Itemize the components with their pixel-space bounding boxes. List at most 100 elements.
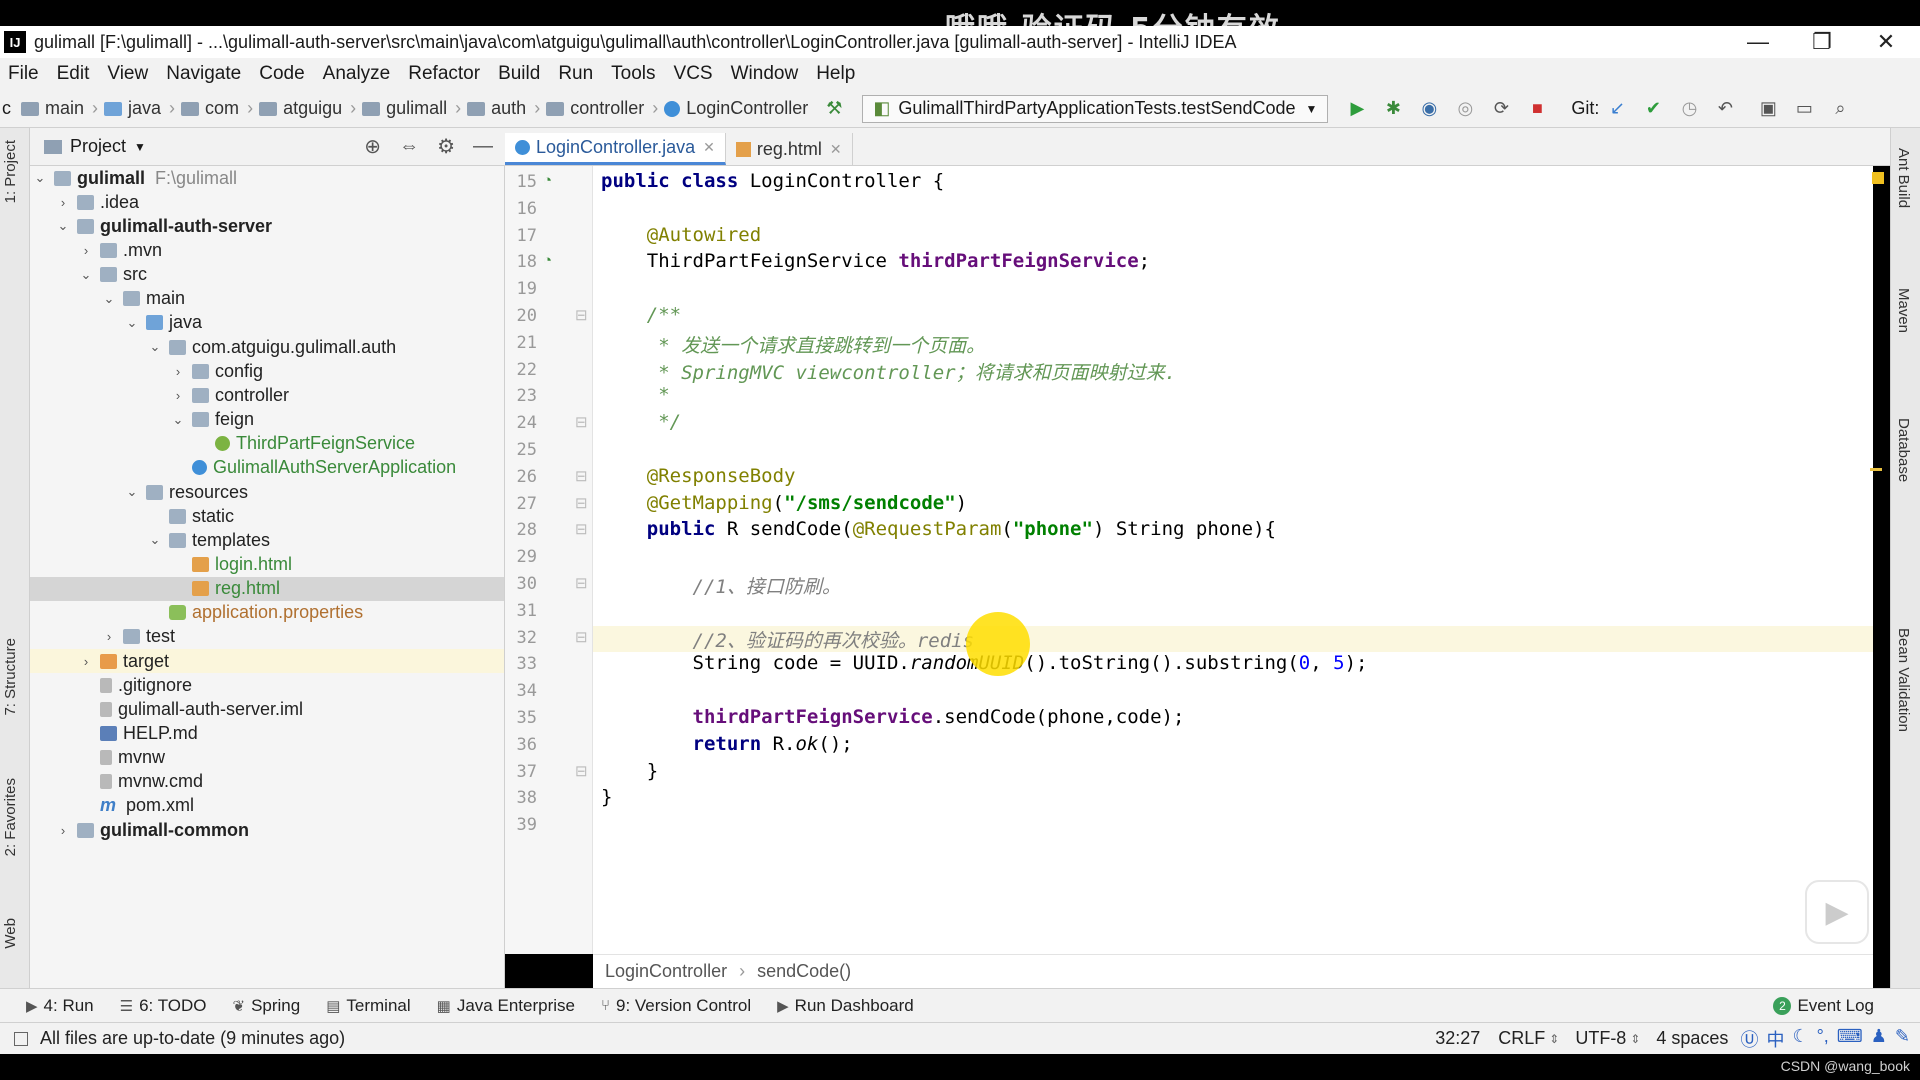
tree-item[interactable]: ⌄ com.atguigu.gulimall.auth bbox=[30, 335, 504, 359]
chevron-down-icon[interactable]: ▼ bbox=[134, 140, 146, 154]
tool-window-button[interactable]: ▶ Run Dashboard bbox=[777, 996, 914, 1016]
git-history-icon[interactable]: ◷ bbox=[1678, 98, 1700, 120]
tree-item[interactable]: › .mvn bbox=[30, 238, 504, 262]
chevron-right-icon[interactable]: › bbox=[78, 243, 94, 258]
tool-window-button[interactable]: ▤ Terminal bbox=[326, 996, 410, 1016]
tree-item[interactable]: › .idea bbox=[30, 190, 504, 214]
tree-item[interactable]: ⌄ templates bbox=[30, 528, 504, 552]
search-everywhere-icon[interactable]: ⌕ bbox=[1829, 98, 1851, 120]
line-separator[interactable]: CRLF bbox=[1498, 1028, 1545, 1049]
project-structure-icon[interactable]: ▣ bbox=[1757, 98, 1779, 120]
menu-view[interactable]: View bbox=[107, 63, 148, 85]
chevron-down-icon[interactable]: ⌄ bbox=[78, 267, 94, 283]
coverage-icon[interactable]: ◉ bbox=[1418, 98, 1440, 120]
autowired-bean-icon[interactable]: ◔ bbox=[543, 252, 552, 269]
video-play-button[interactable]: ▶ bbox=[1805, 880, 1869, 944]
tree-item[interactable]: ThirdPartFeignService bbox=[30, 432, 504, 456]
chevron-down-icon[interactable]: ⌄ bbox=[147, 339, 163, 355]
debug-icon[interactable]: ✱ bbox=[1382, 98, 1404, 120]
tree-item[interactable]: static bbox=[30, 504, 504, 528]
chevron-down-icon[interactable]: ⌄ bbox=[101, 291, 117, 307]
restore-button[interactable]: ❐ bbox=[1790, 26, 1854, 58]
fold-icon[interactable]: ⊟ bbox=[575, 494, 588, 512]
git-commit-icon[interactable]: ✔ bbox=[1642, 98, 1664, 120]
fold-icon[interactable]: ⊟ bbox=[575, 762, 588, 780]
close-tab-icon[interactable]: ✕ bbox=[703, 139, 715, 156]
tree-item[interactable]: login.html bbox=[30, 552, 504, 576]
tree-item[interactable]: › target bbox=[30, 649, 504, 674]
fold-icon[interactable]: ⊟ bbox=[575, 467, 588, 485]
tree-item[interactable]: › config bbox=[30, 359, 504, 383]
chevron-down-icon[interactable]: ⌄ bbox=[124, 484, 140, 500]
update-app-icon[interactable]: ⟳ bbox=[1490, 98, 1512, 120]
menu-edit[interactable]: Edit bbox=[57, 63, 90, 85]
tree-item[interactable]: .gitignore bbox=[30, 673, 504, 697]
chevron-right-icon[interactable]: › bbox=[78, 654, 94, 669]
fold-icon[interactable]: ⊟ bbox=[575, 413, 588, 431]
tool-window-button[interactable]: ▦ Java Enterprise bbox=[437, 996, 575, 1016]
tree-item[interactable]: ⌄ resources bbox=[30, 480, 504, 504]
editor-tab[interactable]: LoginController.java ✕ bbox=[505, 133, 726, 165]
minimize-button[interactable]: — bbox=[1726, 26, 1790, 58]
menu-navigate[interactable]: Navigate bbox=[166, 63, 241, 85]
chevron-right-icon[interactable]: › bbox=[55, 195, 71, 210]
chevron-down-icon[interactable]: ⌄ bbox=[147, 532, 163, 548]
breadcrumb-item-com[interactable]: com bbox=[181, 98, 239, 119]
breadcrumb-item-auth[interactable]: auth bbox=[467, 98, 526, 119]
tool-window-button[interactable]: ❦ Spring bbox=[233, 996, 301, 1016]
structure-tool-tab[interactable]: 7: Structure bbox=[2, 638, 19, 716]
chevron-right-icon[interactable]: › bbox=[170, 364, 186, 379]
tree-item[interactable]: ⌄ gulimall F:\gulimall bbox=[30, 166, 504, 190]
run-configuration-select[interactable]: ◧ GulimallThirdPartyApplicationTests.tes… bbox=[862, 94, 1329, 123]
menu-help[interactable]: Help bbox=[816, 63, 855, 85]
spring-bean-icon[interactable]: ◔ bbox=[543, 172, 552, 189]
profile-icon[interactable]: ◎ bbox=[1454, 98, 1476, 120]
tree-item[interactable]: ⌄ main bbox=[30, 287, 504, 311]
git-rollback-icon[interactable]: ↶ bbox=[1714, 98, 1736, 120]
error-stripe-mark[interactable] bbox=[1870, 468, 1882, 471]
ime-user-icon[interactable]: ♟ bbox=[1871, 1026, 1887, 1052]
indent-setting[interactable]: 4 spaces bbox=[1656, 1028, 1728, 1049]
chevron-right-icon[interactable]: › bbox=[170, 388, 186, 403]
fold-icon[interactable]: ⊟ bbox=[575, 306, 588, 324]
tree-item[interactable]: mvnw bbox=[30, 746, 504, 770]
toggle-tool-windows-icon[interactable] bbox=[14, 1031, 28, 1046]
menu-vcs[interactable]: VCS bbox=[674, 63, 713, 85]
tree-item[interactable]: reg.html bbox=[30, 576, 504, 601]
chevron-down-icon[interactable]: ⌄ bbox=[55, 218, 71, 234]
project-tool-tab[interactable]: 1: Project bbox=[2, 140, 19, 203]
breadcrumb-item-gulimall[interactable]: gulimall bbox=[362, 98, 447, 119]
tool-window-button[interactable]: ☰ 6: TODO bbox=[120, 996, 207, 1016]
ant-build-tool-tab[interactable]: Ant Build bbox=[1895, 148, 1912, 208]
ime-punct-icon[interactable]: °, bbox=[1817, 1026, 1829, 1052]
tree-item[interactable]: gulimall-auth-server.iml bbox=[30, 697, 504, 721]
tree-item[interactable]: mvnw.cmd bbox=[30, 770, 504, 794]
editor-tab[interactable]: reg.html ✕ bbox=[726, 133, 853, 165]
breadcrumb-item-atguigu[interactable]: atguigu bbox=[259, 98, 342, 119]
build-hammer-icon[interactable]: ⚒ bbox=[823, 98, 845, 120]
tool-window-button[interactable]: ⑂ 9: Version Control bbox=[601, 996, 751, 1016]
tree-item[interactable]: ⌄ src bbox=[30, 263, 504, 287]
tree-item[interactable]: › gulimall-common bbox=[30, 818, 504, 842]
caret-position[interactable]: 32:27 bbox=[1435, 1028, 1480, 1049]
fold-icon[interactable]: ⊟ bbox=[575, 628, 588, 646]
collapse-all-icon[interactable]: ⇔ bbox=[399, 135, 419, 158]
hide-panel-icon[interactable]: — bbox=[473, 135, 493, 158]
ime-logo-icon[interactable]: Ⓤ bbox=[1740, 1026, 1758, 1052]
menu-run[interactable]: Run bbox=[558, 63, 593, 85]
ime-tools-icon[interactable]: ✎ bbox=[1895, 1026, 1910, 1052]
tool-window-button[interactable]: ▶ 4: Run bbox=[26, 996, 94, 1016]
fold-icon[interactable]: ⊟ bbox=[575, 520, 588, 538]
web-tool-tab[interactable]: Web bbox=[2, 918, 19, 949]
database-tool-tab[interactable]: Database bbox=[1895, 418, 1912, 482]
menu-window[interactable]: Window bbox=[731, 63, 799, 85]
menu-code[interactable]: Code bbox=[259, 63, 304, 85]
tree-item[interactable]: › controller bbox=[30, 383, 504, 407]
tree-item[interactable]: ⌄ feign bbox=[30, 408, 504, 432]
tree-item[interactable]: application.properties bbox=[30, 601, 504, 625]
tree-item[interactable]: GulimallAuthServerApplication bbox=[30, 456, 504, 480]
event-log-button[interactable]: 2 Event Log bbox=[1773, 996, 1874, 1016]
menu-file[interactable]: File bbox=[8, 63, 39, 85]
close-window-button[interactable]: ✕ bbox=[1854, 26, 1918, 58]
tree-item[interactable]: HELP.md bbox=[30, 721, 504, 745]
